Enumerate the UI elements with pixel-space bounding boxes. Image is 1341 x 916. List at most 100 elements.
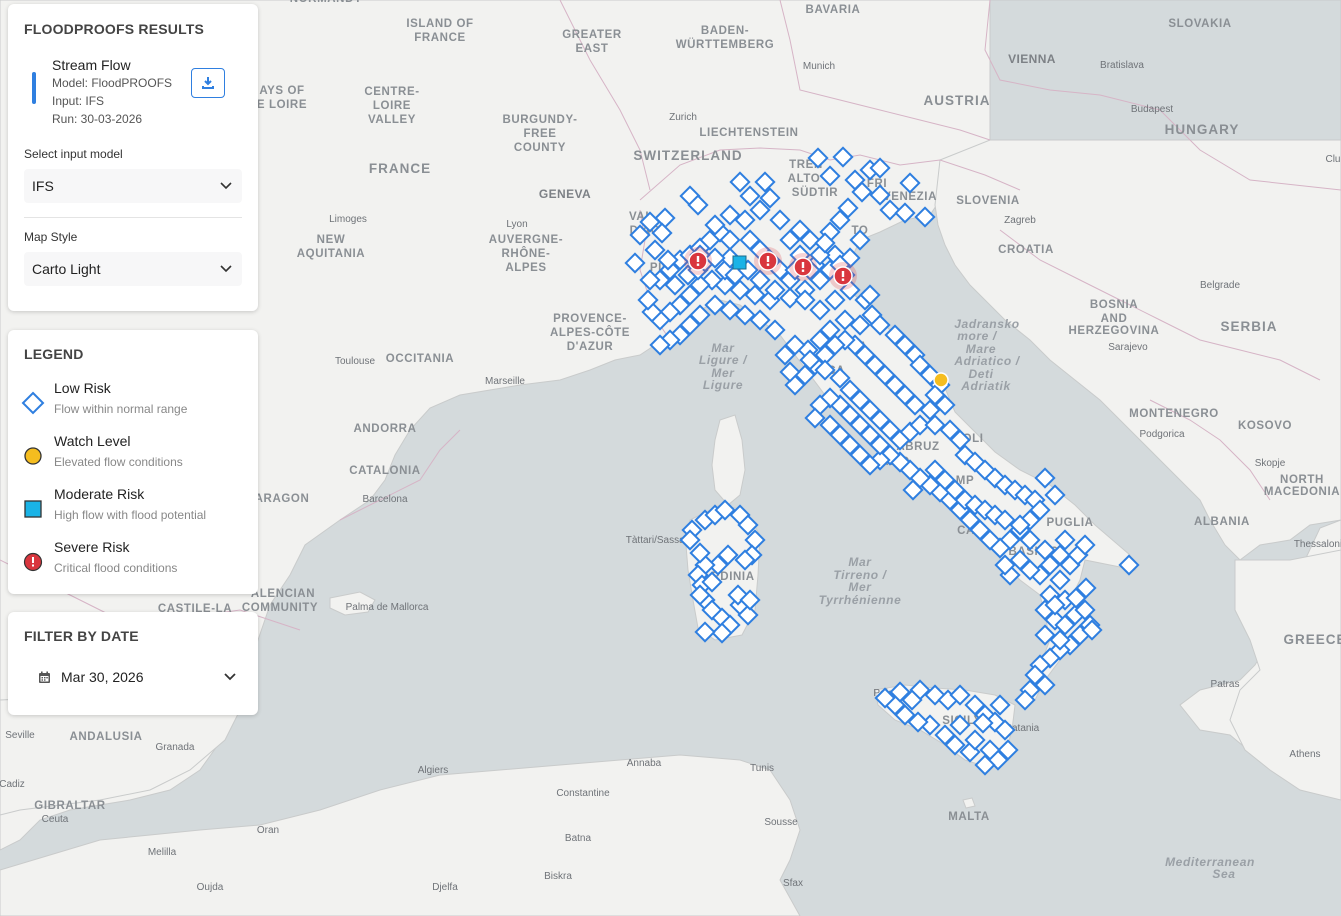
station-marker-moderate[interactable] bbox=[732, 255, 747, 270]
place-label: AUVERGNE- bbox=[489, 234, 563, 246]
place-label: more / bbox=[957, 329, 998, 343]
place-label: Tunis bbox=[750, 763, 774, 774]
map-style-value: Carto Light bbox=[32, 261, 101, 277]
legend-label: Moderate Risk bbox=[54, 486, 145, 502]
place-label: BURGUNDY- bbox=[502, 114, 577, 126]
place-label: Constantine bbox=[556, 788, 610, 799]
place-label: ISLAND OF bbox=[406, 18, 473, 30]
place-label: AND bbox=[1101, 313, 1128, 325]
place-label: Mer bbox=[848, 580, 872, 594]
place-label: Mediterranean bbox=[1165, 855, 1255, 869]
chevron-down-icon bbox=[224, 673, 236, 681]
place-label: Tyrrhénienne bbox=[819, 593, 902, 607]
place-label: Adriatik bbox=[960, 379, 1011, 393]
place-label: FREE bbox=[523, 128, 556, 140]
place-label: Seville bbox=[5, 730, 35, 741]
alert-icon-dot bbox=[766, 263, 770, 266]
place-label: Podgorica bbox=[1139, 429, 1184, 440]
place-label: Thessaloni bbox=[1294, 539, 1341, 550]
place-label: HUNGARY bbox=[1165, 122, 1240, 137]
place-label: FRANCE bbox=[414, 32, 466, 44]
place-label: BADEN- bbox=[701, 25, 749, 37]
place-label: ALPES-CÔTE bbox=[550, 326, 630, 339]
map-style-select[interactable]: Carto Light bbox=[24, 252, 242, 286]
place-label: VIENNA bbox=[1008, 52, 1056, 66]
place-label: CROATIA bbox=[998, 244, 1054, 256]
result-name: Stream Flow bbox=[52, 57, 131, 73]
filter-panel: FILTER BY DATE Mar 30, 2026 bbox=[8, 612, 258, 715]
place-label: Sfax bbox=[783, 878, 803, 889]
station-marker-watch[interactable] bbox=[933, 372, 949, 388]
result-card-stream-flow[interactable]: Stream Flow Model: FloodPROOFS Input: IF… bbox=[24, 57, 242, 127]
place-label: ANDORRA bbox=[354, 423, 417, 435]
place-label: SLOVENIA bbox=[956, 195, 1020, 207]
input-model-value: IFS bbox=[32, 178, 54, 194]
place-label: Palma de Mallorca bbox=[346, 602, 429, 613]
chevron-down-icon bbox=[220, 182, 232, 190]
place-label: Oujda bbox=[197, 882, 224, 893]
result-input: Input: IFS bbox=[52, 94, 105, 108]
place-label: NORTH bbox=[1280, 474, 1324, 486]
place-label: COUNTY bbox=[514, 142, 566, 154]
place-label: Batna bbox=[565, 833, 592, 844]
place-label: AUSTRIA bbox=[924, 93, 991, 108]
legend-label: Severe Risk bbox=[54, 539, 130, 555]
place-label: AYS OF bbox=[259, 85, 304, 97]
place-label: WÜRTTEMBERG bbox=[676, 38, 775, 51]
place-label: CENTRE- bbox=[364, 86, 419, 98]
place-label: Djelfa bbox=[432, 882, 458, 893]
square-icon bbox=[20, 496, 46, 522]
place-label: MACEDONIA bbox=[1264, 486, 1340, 498]
legend-panel: LEGEND Low Risk Flow within normal range… bbox=[8, 330, 258, 594]
place-label: Athens bbox=[1289, 749, 1320, 760]
download-button[interactable] bbox=[191, 68, 225, 98]
place-label: Ligure / bbox=[699, 353, 748, 367]
place-label: GIBRALTAR bbox=[34, 800, 106, 812]
place-label: Patras bbox=[1211, 679, 1240, 690]
place-label: Bratislava bbox=[1100, 60, 1144, 71]
place-label: ALENCIAN bbox=[251, 588, 315, 600]
place-label: Adriatico / bbox=[953, 354, 1020, 368]
input-model-label: Select input model bbox=[24, 147, 123, 161]
place-label: Sousse bbox=[764, 817, 798, 828]
place-label: Clu bbox=[1325, 154, 1340, 165]
legend-item-severe-risk: Severe Risk Critical flood conditions bbox=[23, 539, 242, 592]
legend-label: Watch Level bbox=[54, 433, 131, 449]
place-label: Mar bbox=[848, 555, 872, 569]
place-label: MONTENEGRO bbox=[1129, 408, 1219, 420]
place-label: Lyon bbox=[506, 219, 527, 230]
place-label: Zurich bbox=[669, 112, 697, 123]
alert-icon bbox=[841, 271, 845, 277]
legend-item-low-risk: Low Risk Flow within normal range bbox=[21, 380, 242, 433]
place-label: ALPES bbox=[505, 262, 546, 274]
results-title: FLOODPROOFS RESULTS bbox=[24, 21, 205, 37]
place-label: GREATER bbox=[562, 29, 622, 41]
alert-icon bbox=[766, 256, 770, 262]
place-label: RHÔNE- bbox=[502, 247, 551, 260]
place-label: MALTA bbox=[948, 811, 990, 823]
chevron-down-icon bbox=[220, 265, 232, 273]
place-label: SERBIA bbox=[1220, 319, 1277, 334]
place-label: Barcelona bbox=[362, 494, 407, 505]
date-picker[interactable]: Mar 30, 2026 bbox=[24, 660, 242, 694]
place-label: EAST bbox=[575, 43, 608, 55]
result-model: Model: FloodPROOFS bbox=[52, 76, 173, 90]
place-label: CATALONIA bbox=[349, 465, 420, 477]
map-style-label: Map Style bbox=[24, 230, 78, 244]
legend-desc: Elevated flow conditions bbox=[54, 455, 183, 469]
place-label: NORMANDY bbox=[290, 0, 363, 5]
place-label: ALTO bbox=[788, 173, 821, 185]
input-model-select[interactable]: IFS bbox=[24, 169, 242, 203]
place-label: PUGLIA bbox=[1046, 517, 1093, 529]
place-label: Skopje bbox=[1255, 458, 1286, 469]
circle-icon bbox=[20, 443, 46, 469]
legend-title: LEGEND bbox=[24, 346, 84, 362]
alert-icon bbox=[801, 262, 805, 268]
legend-desc: High flow with flood potential bbox=[54, 508, 207, 522]
place-label: SWITZERLAND bbox=[633, 148, 742, 163]
legend-desc: Flow within normal range bbox=[54, 402, 188, 416]
result-accent-bar bbox=[32, 72, 36, 104]
place-label: SLOVAKIA bbox=[1168, 18, 1231, 30]
place-label: Belgrade bbox=[1200, 280, 1240, 291]
result-run: Run: 30-03-2026 bbox=[52, 112, 143, 126]
